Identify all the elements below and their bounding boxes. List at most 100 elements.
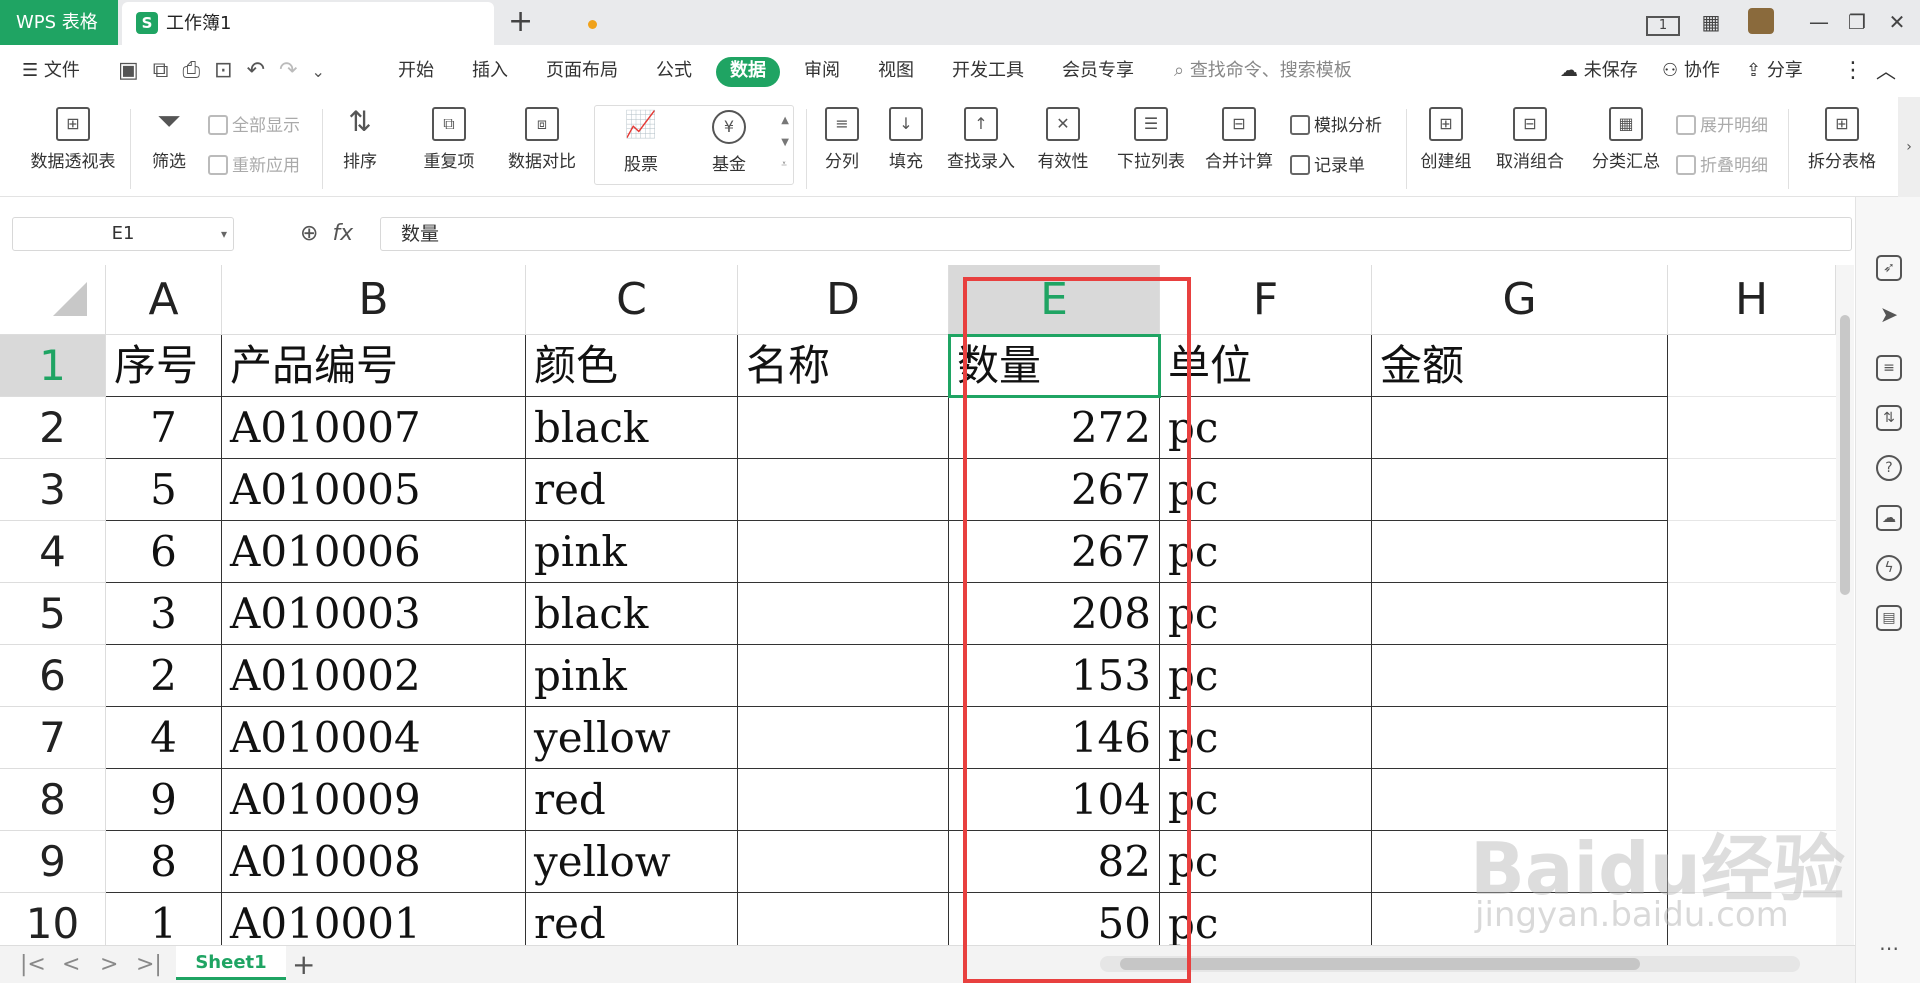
last-sheet-icon[interactable]: >| bbox=[136, 946, 162, 984]
share-button[interactable]: ⇪ 分享 bbox=[1746, 45, 1803, 97]
preview-icon[interactable]: ⊡ bbox=[214, 58, 232, 83]
cell-f9[interactable]: pc bbox=[1160, 831, 1372, 893]
tab-data[interactable]: 数据 bbox=[716, 57, 780, 87]
cell-f3[interactable]: pc bbox=[1160, 459, 1372, 521]
unsaved-status[interactable]: ☁ 未保存 bbox=[1560, 45, 1638, 97]
cell-b3[interactable]: A010005 bbox=[222, 459, 526, 521]
cell-b7[interactable]: A010004 bbox=[222, 707, 526, 769]
file-menu[interactable]: ☰ 文件 bbox=[22, 45, 80, 97]
cell-g4[interactable] bbox=[1372, 521, 1668, 583]
cell-d8[interactable] bbox=[738, 769, 949, 831]
chevron-down-icon[interactable]: ▾ bbox=[221, 218, 227, 250]
sliders-icon[interactable]: ≡ bbox=[1876, 355, 1902, 381]
fill-button[interactable]: ↓ 填充 bbox=[882, 107, 930, 172]
cell-a1[interactable]: 序号 bbox=[106, 335, 222, 397]
cursor-icon[interactable]: ➤ bbox=[1876, 305, 1902, 331]
create-group-button[interactable]: ⊞ 创建组 bbox=[1418, 107, 1474, 172]
cell-f7[interactable]: pc bbox=[1160, 707, 1372, 769]
cell-b10[interactable]: A010001 bbox=[222, 893, 526, 945]
column-header-b[interactable]: B bbox=[222, 265, 526, 335]
cell-f8[interactable]: pc bbox=[1160, 769, 1372, 831]
restore-icon[interactable]: ❐ bbox=[1842, 8, 1872, 36]
column-header-c[interactable]: C bbox=[526, 265, 738, 335]
tab-start[interactable]: 开始 bbox=[398, 45, 434, 97]
tab-view[interactable]: 视图 bbox=[878, 45, 914, 97]
row-header-6[interactable]: 6 bbox=[0, 645, 106, 707]
expand-detail-button[interactable]: 展开明细 bbox=[1676, 111, 1768, 136]
transfer-icon[interactable]: ⇅ bbox=[1876, 405, 1902, 431]
row-header-9[interactable]: 9 bbox=[0, 831, 106, 893]
cell-c10[interactable]: red bbox=[526, 893, 738, 945]
cell-b2[interactable]: A010007 bbox=[222, 397, 526, 459]
horizontal-scrollbar[interactable] bbox=[1100, 956, 1800, 972]
row-header-4[interactable]: 4 bbox=[0, 521, 106, 583]
cell-c9[interactable]: yellow bbox=[526, 831, 738, 893]
cell-c8[interactable]: red bbox=[526, 769, 738, 831]
avatar[interactable] bbox=[1746, 8, 1776, 36]
tab-member[interactable]: 会员专享 bbox=[1062, 45, 1134, 97]
cell-a4[interactable]: 6 bbox=[106, 521, 222, 583]
cell-c1[interactable]: 颜色 bbox=[526, 335, 738, 397]
column-header-f[interactable]: F bbox=[1160, 265, 1372, 335]
show-all-button[interactable]: 全部显示 bbox=[208, 111, 300, 136]
what-if-button[interactable]: 模拟分析 bbox=[1290, 111, 1382, 136]
prev-sheet-icon[interactable]: < bbox=[62, 946, 80, 984]
more-chevron-icon[interactable]: ⌄ bbox=[311, 62, 324, 81]
cell-g5[interactable] bbox=[1372, 583, 1668, 645]
undo-icon[interactable]: ↶ bbox=[247, 58, 265, 83]
cell-d5[interactable] bbox=[738, 583, 949, 645]
name-box[interactable]: E1 ▾ bbox=[12, 217, 234, 251]
cell-h7[interactable] bbox=[1668, 707, 1836, 769]
select-all-corner[interactable] bbox=[0, 265, 106, 335]
collapse-ribbon-icon[interactable]: ︿ bbox=[1876, 45, 1896, 97]
cell-a9[interactable]: 8 bbox=[106, 831, 222, 893]
tab-developer[interactable]: 开发工具 bbox=[952, 45, 1024, 97]
page-indicator-icon[interactable]: 1 bbox=[1644, 8, 1682, 36]
lookup-entry-button[interactable]: ↑ 查找录入 bbox=[946, 107, 1016, 172]
cell-b6[interactable]: A010002 bbox=[222, 645, 526, 707]
column-header-h[interactable]: H bbox=[1668, 265, 1836, 335]
compare-button[interactable]: ⧈ 数据对比 bbox=[500, 107, 584, 172]
cell-d1[interactable]: 名称 bbox=[738, 335, 949, 397]
cell-h4[interactable] bbox=[1668, 521, 1836, 583]
cell-f2[interactable]: pc bbox=[1160, 397, 1372, 459]
help-icon[interactable]: ? bbox=[1876, 455, 1902, 481]
sort-button[interactable]: ⇅ 排序 bbox=[336, 107, 384, 173]
split-column-button[interactable]: ≡ 分列 bbox=[818, 107, 866, 172]
dropdown-list-button[interactable]: ☰ 下拉列表 bbox=[1116, 107, 1186, 172]
save-icon[interactable]: ▣ bbox=[118, 58, 139, 83]
row-header-1[interactable]: 1 bbox=[0, 335, 106, 397]
export-icon[interactable]: ⧉ bbox=[153, 58, 169, 83]
cell-b5[interactable]: A010003 bbox=[222, 583, 526, 645]
cell-c4[interactable]: pink bbox=[526, 521, 738, 583]
column-header-a[interactable]: A bbox=[106, 265, 222, 335]
cell-b8[interactable]: A010009 bbox=[222, 769, 526, 831]
consolidate-button[interactable]: ⊟ 合并计算 bbox=[1204, 107, 1274, 172]
column-header-g[interactable]: G bbox=[1372, 265, 1668, 335]
cell-c7[interactable]: yellow bbox=[526, 707, 738, 769]
cell-d10[interactable] bbox=[738, 893, 949, 945]
row-header-2[interactable]: 2 bbox=[0, 397, 106, 459]
formula-input[interactable]: 数量 bbox=[380, 217, 1852, 251]
cell-b1[interactable]: 产品编号 bbox=[222, 335, 526, 397]
app-tab[interactable]: WPS 表格 bbox=[0, 0, 118, 45]
cell-c6[interactable]: pink bbox=[526, 645, 738, 707]
cell-f10[interactable]: pc bbox=[1160, 893, 1372, 945]
row-header-8[interactable]: 8 bbox=[0, 769, 106, 831]
tab-insert[interactable]: 插入 bbox=[472, 45, 508, 97]
cell-a10[interactable]: 1 bbox=[106, 893, 222, 945]
cell-g2[interactable] bbox=[1372, 397, 1668, 459]
cell-a5[interactable]: 3 bbox=[106, 583, 222, 645]
gallery-scroll-icon[interactable]: ▲ ▼ ⩡ bbox=[781, 110, 789, 176]
cell-c3[interactable]: red bbox=[526, 459, 738, 521]
tab-formulas[interactable]: 公式 bbox=[656, 45, 692, 97]
cell-c2[interactable]: black bbox=[526, 397, 738, 459]
add-sheet-button[interactable]: + bbox=[292, 946, 315, 984]
cell-h1[interactable] bbox=[1668, 335, 1836, 397]
subtotal-button[interactable]: ▦ 分类汇总 bbox=[1590, 107, 1662, 172]
new-tab-button[interactable]: + bbox=[508, 5, 533, 39]
cell-d2[interactable] bbox=[738, 397, 949, 459]
lightning-icon[interactable]: ϟ bbox=[1876, 555, 1902, 581]
backup-icon[interactable]: ☁ bbox=[1876, 505, 1902, 531]
cell-d7[interactable] bbox=[738, 707, 949, 769]
